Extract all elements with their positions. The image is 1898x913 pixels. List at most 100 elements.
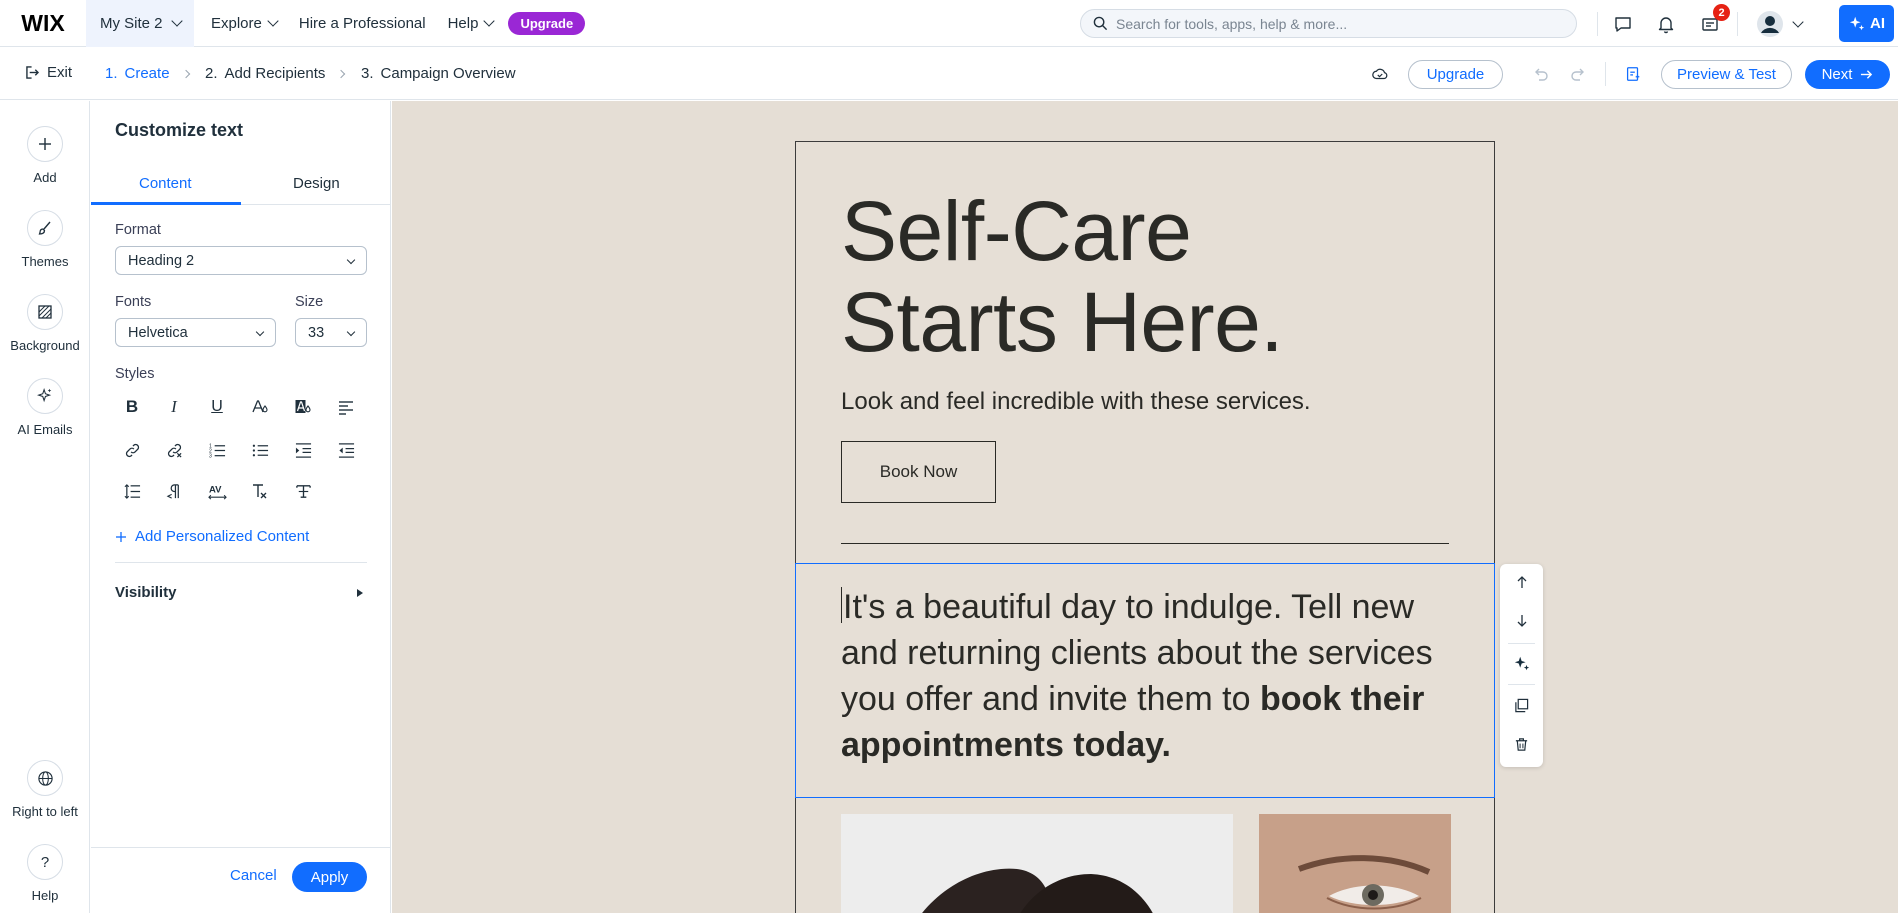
headline-line: Self-Care [841, 184, 1192, 278]
rail-add-label: Add [33, 170, 57, 185]
chevron-down-icon [267, 15, 279, 27]
rail-themes[interactable]: Themes [0, 210, 90, 269]
rail-ai-emails[interactable]: AI Emails [0, 378, 90, 437]
rail-themes-label: Themes [21, 254, 69, 269]
italic-icon[interactable]: I [159, 392, 189, 422]
letter-spacing-icon[interactable]: AV [202, 476, 232, 506]
step-number: 1. [105, 65, 118, 82]
unlink-icon[interactable] [159, 435, 189, 465]
fonts-label: Fonts [115, 294, 152, 310]
delete-icon[interactable] [1500, 726, 1543, 762]
upgrade-outline-button[interactable]: Upgrade [1408, 60, 1503, 89]
chat-icon[interactable] [1610, 11, 1636, 37]
tab-content[interactable]: Content [139, 175, 192, 192]
step-label: Add Recipients [224, 65, 326, 82]
campaign-toolbar: Exit 1. Create 2. Add Recipients 3. Camp… [0, 48, 1898, 100]
line-spacing-icon[interactable] [117, 476, 147, 506]
move-up-icon[interactable] [1500, 564, 1543, 600]
rail-help[interactable]: ? Help [0, 844, 90, 903]
cloud-saved-icon [1367, 61, 1393, 87]
step-number: 3. [361, 65, 374, 82]
menu-help[interactable]: Help [437, 0, 505, 47]
save-template-icon[interactable] [1620, 61, 1646, 87]
size-dropdown[interactable]: 33 [295, 318, 367, 347]
outdent-icon[interactable] [331, 435, 361, 465]
bell-icon[interactable] [1653, 11, 1679, 37]
women-photo[interactable] [841, 814, 1233, 913]
account-menu[interactable] [1756, 11, 1804, 37]
exit-button[interactable]: Exit [26, 64, 72, 81]
divider [841, 543, 1449, 544]
globe-icon [27, 760, 63, 796]
customize-text-panel: Customize text Content Design Format Hea… [91, 101, 391, 913]
sparkle-icon [27, 378, 63, 414]
ai-button[interactable]: AI [1839, 5, 1894, 42]
menu-help-label: Help [447, 14, 479, 32]
site-switcher[interactable]: My Site 2 [86, 0, 194, 47]
top-bar: WIX My Site 2 Explore Hire a Professiona… [0, 0, 1898, 47]
rail-ai-emails-label: AI Emails [17, 422, 73, 437]
active-tab-indicator [91, 202, 241, 205]
rail-right-to-left[interactable]: Right to left [0, 760, 90, 819]
font-dropdown[interactable]: Helvetica [115, 318, 276, 347]
chevron-right-icon [337, 69, 346, 78]
redo-icon[interactable] [1565, 61, 1591, 87]
text-style-icon[interactable] [288, 476, 318, 506]
clear-formatting-icon[interactable] [245, 476, 275, 506]
search-box[interactable] [1080, 9, 1577, 38]
menu-hire-professional[interactable]: Hire a Professional [288, 0, 437, 47]
cancel-button[interactable]: Cancel [230, 867, 277, 884]
add-personalized-content-button[interactable]: Add Personalized Content [115, 528, 309, 545]
step-campaign-overview[interactable]: 3. Campaign Overview [361, 65, 516, 82]
book-now-button[interactable]: Book Now [841, 441, 996, 503]
underline-icon[interactable]: U [202, 392, 232, 422]
apply-button[interactable]: Apply [292, 862, 367, 892]
menu-explore[interactable]: Explore [200, 0, 288, 47]
bold-icon[interactable]: B [117, 392, 147, 422]
divider [1508, 684, 1535, 685]
man-eye-photo[interactable] [1259, 814, 1451, 913]
text-cursor [841, 587, 842, 623]
size-label: Size [295, 294, 324, 310]
divider [1508, 643, 1535, 644]
align-left-icon[interactable] [331, 392, 361, 422]
step-label: Campaign Overview [380, 65, 516, 82]
menu-hire-label: Hire a Professional [298, 14, 426, 32]
highlight-color-icon[interactable] [288, 392, 318, 422]
numbered-list-icon[interactable]: 123 [202, 435, 232, 465]
duplicate-icon[interactable] [1500, 687, 1543, 723]
ai-sparkle-icon[interactable] [1500, 646, 1543, 682]
updates-icon[interactable]: 2 [1697, 4, 1730, 37]
format-dropdown[interactable]: Heading 2 [115, 246, 367, 275]
selected-text-block[interactable]: It's a beautiful day to indulge. Tell ne… [795, 563, 1495, 798]
rail-background-label: Background [10, 338, 80, 353]
plus-icon [116, 531, 126, 542]
wix-logo[interactable]: WIX [0, 0, 86, 47]
bullet-list-icon[interactable] [245, 435, 275, 465]
divider [115, 562, 367, 563]
text-color-icon[interactable] [245, 392, 275, 422]
avatar [1757, 11, 1783, 37]
block-toolbar [1500, 564, 1543, 767]
email-headline[interactable]: Self-Care Starts Here. [841, 184, 1284, 368]
step-create[interactable]: 1. Create [105, 65, 190, 82]
step-number: 2. [205, 65, 218, 82]
indent-icon[interactable] [288, 435, 318, 465]
step-add-recipients[interactable]: 2. Add Recipients [205, 65, 346, 82]
brush-icon [27, 210, 63, 246]
tab-design[interactable]: Design [293, 175, 340, 192]
move-down-icon[interactable] [1500, 603, 1543, 639]
link-icon[interactable] [117, 435, 147, 465]
rail-add[interactable]: Add [0, 126, 90, 185]
upgrade-button[interactable]: Upgrade [508, 11, 586, 35]
email-body-text[interactable]: It's a beautiful day to indulge. Tell ne… [841, 584, 1441, 768]
preview-test-button[interactable]: Preview & Test [1661, 60, 1792, 89]
next-button[interactable]: Next [1805, 60, 1890, 89]
rail-background[interactable]: Background [0, 294, 90, 353]
visibility-section[interactable]: Visibility [115, 584, 367, 601]
search-input[interactable] [1116, 15, 1556, 32]
expand-arrow-icon [357, 588, 363, 597]
text-direction-icon[interactable] [159, 476, 189, 506]
email-subhead[interactable]: Look and feel incredible with these serv… [841, 388, 1311, 416]
undo-icon[interactable] [1528, 61, 1554, 87]
